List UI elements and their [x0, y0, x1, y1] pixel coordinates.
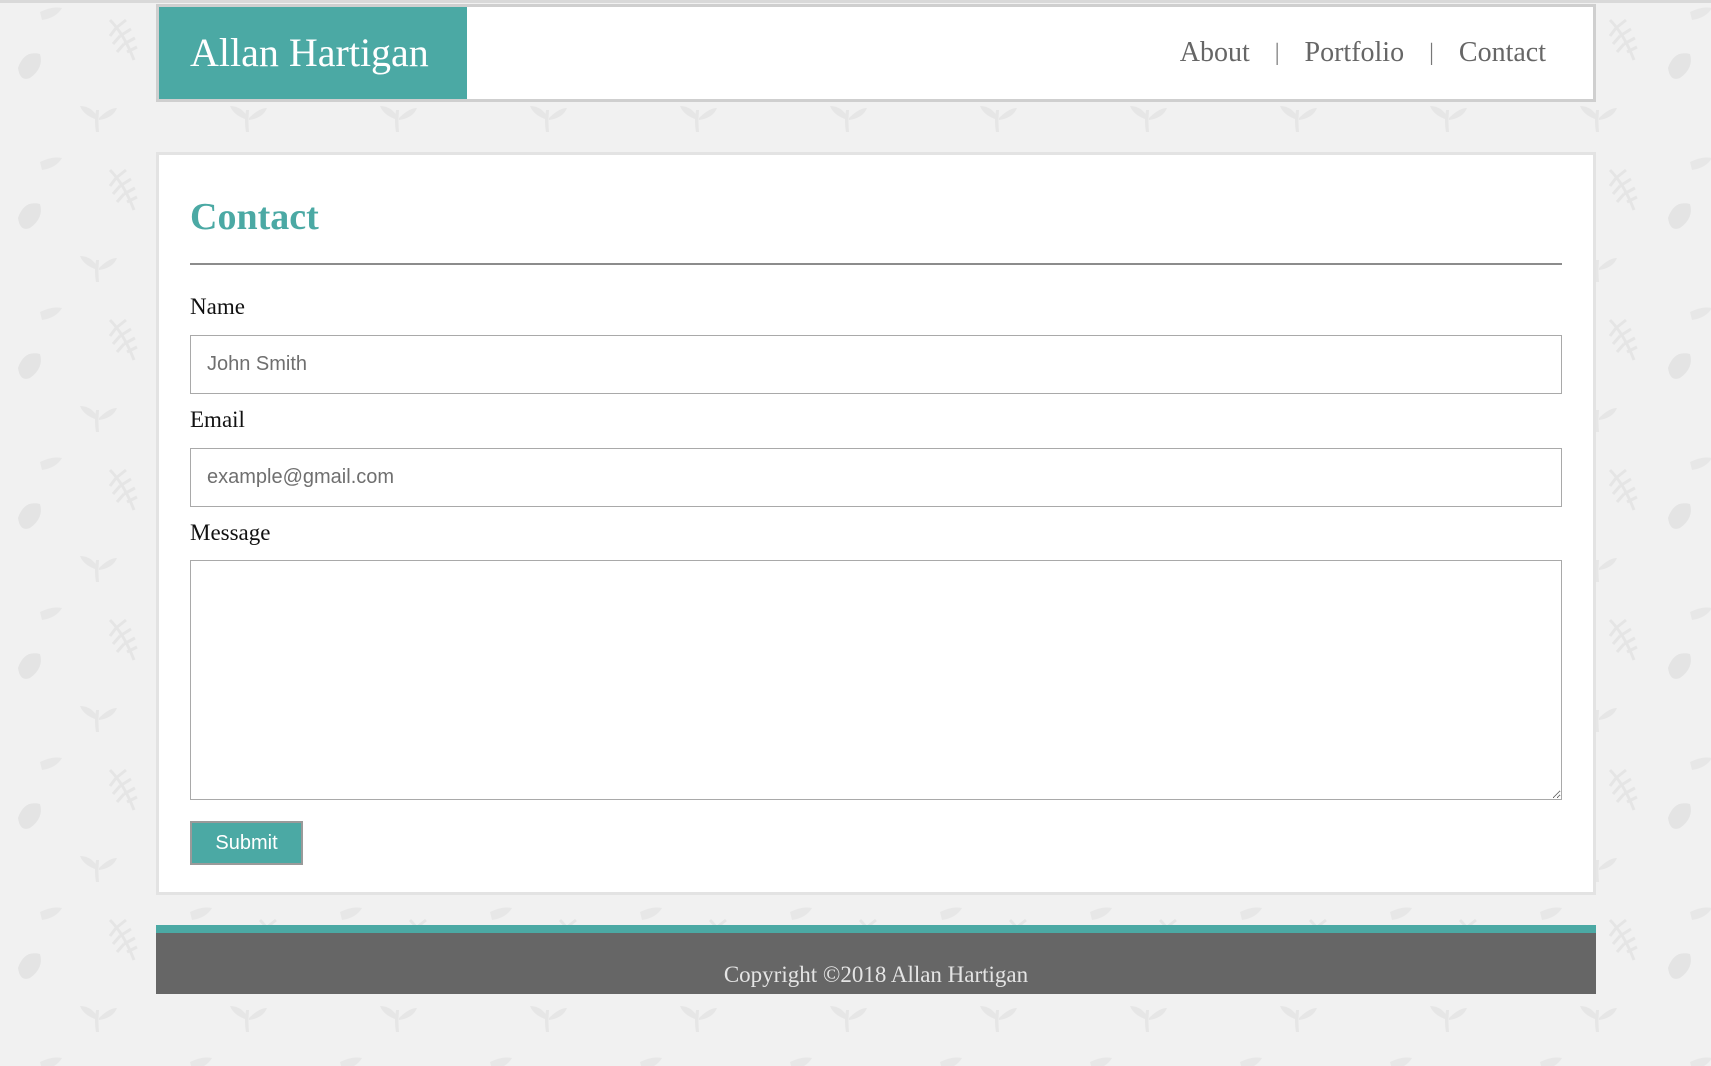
contact-card: Contact Name Email Message Submit [156, 152, 1596, 895]
main-nav: About | Portfolio | Contact [1180, 7, 1546, 99]
nav-separator: | [1429, 39, 1434, 66]
message-textarea[interactable] [190, 560, 1562, 800]
name-input[interactable] [190, 335, 1562, 394]
site-header: Allan Hartigan About | Portfolio | Conta… [156, 4, 1596, 102]
submit-button[interactable]: Submit [190, 821, 303, 865]
email-input[interactable] [190, 448, 1562, 507]
nav-separator: | [1274, 39, 1280, 66]
title-divider [190, 263, 1562, 265]
site-footer: Copyright ©2018 Allan Hartigan [156, 925, 1596, 994]
site-brand[interactable]: Allan Hartigan [159, 7, 467, 99]
copyright-text: Copyright ©2018 Allan Hartigan [723, 962, 1029, 987]
page-title: Contact [190, 196, 319, 238]
browser-top-line [0, 0, 1711, 3]
message-label: Message [190, 520, 271, 545]
nav-link-about[interactable]: About [1180, 37, 1250, 69]
nav-link-portfolio[interactable]: Portfolio [1305, 37, 1405, 69]
nav-link-contact[interactable]: Contact [1459, 37, 1546, 69]
name-label: Name [190, 294, 245, 319]
email-label: Email [190, 407, 245, 432]
